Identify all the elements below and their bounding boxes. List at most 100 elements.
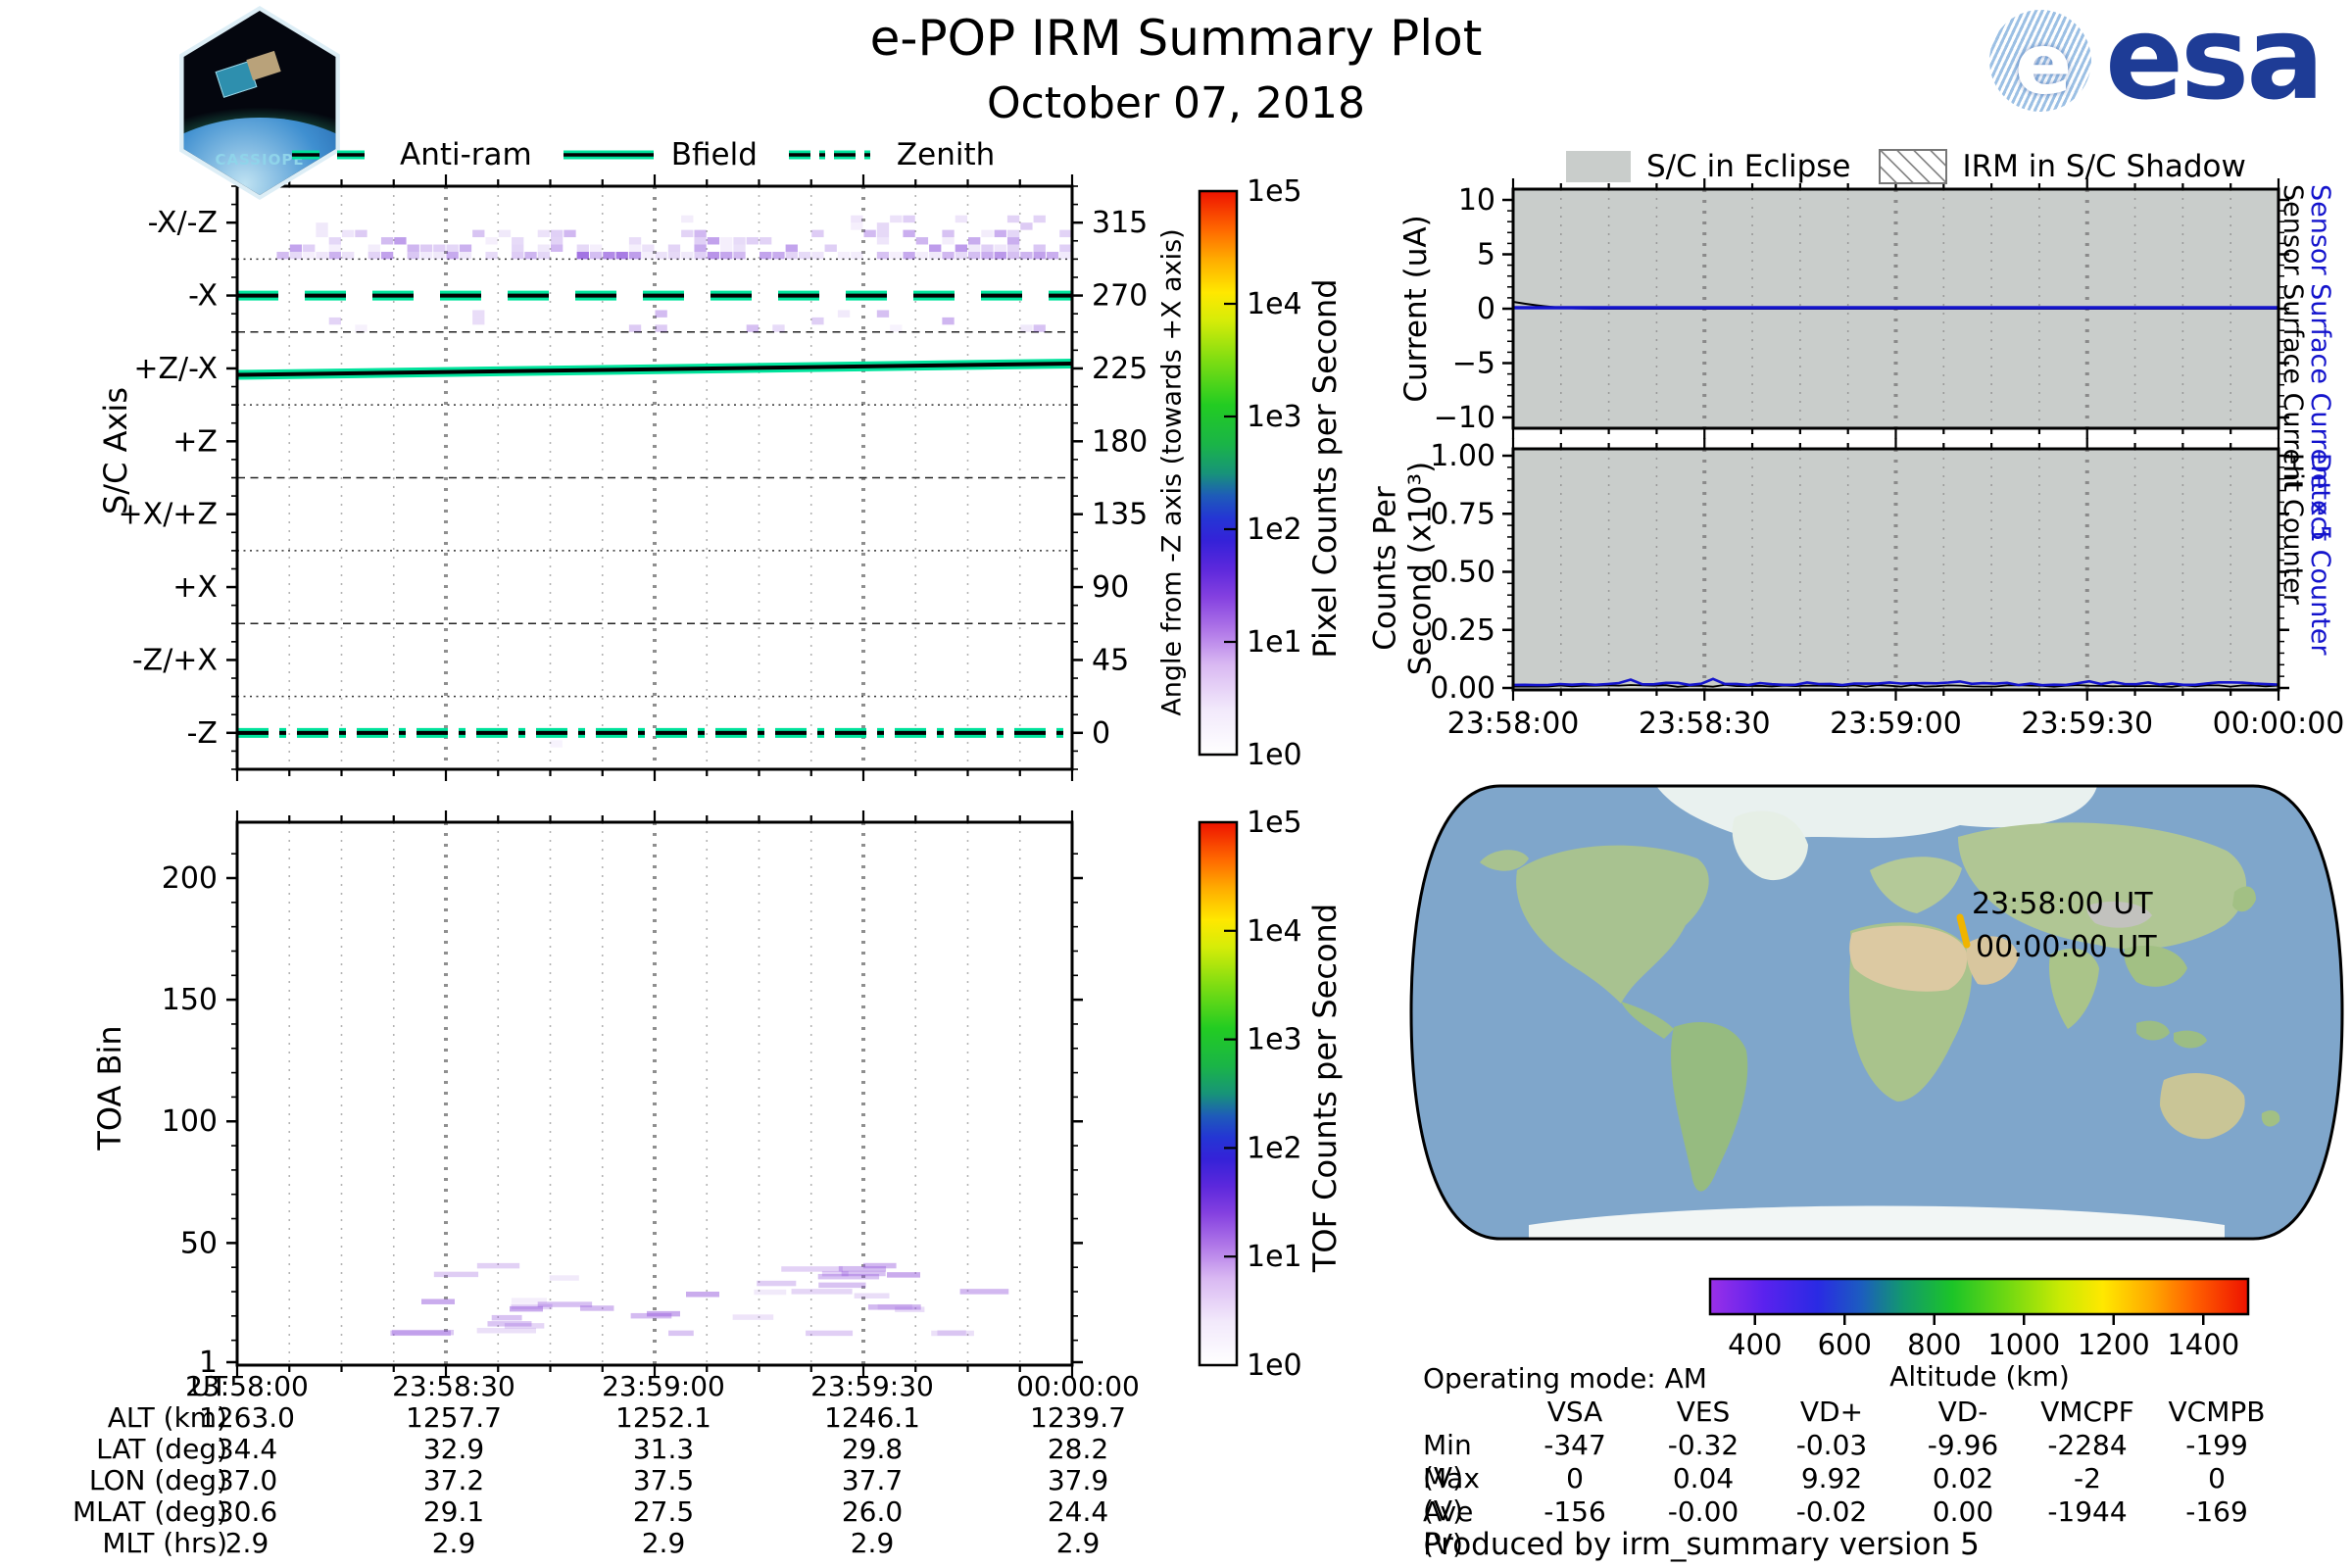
eph-cell: 2.9 [431,1527,476,1559]
heatmap-cell [981,229,994,238]
heatmap-cell [959,1289,1009,1295]
angle-tick: 315 [1092,206,1148,240]
heatmap-cell [694,251,707,260]
heatmap-cell [955,251,967,260]
heatmap-cell [811,317,824,325]
heatmap-cell [994,244,1006,252]
heatmap-cell [551,237,564,245]
heatmap-cell [628,237,642,245]
colorbar-tick: 1e2 [1247,1131,1302,1165]
heatmap-cell [824,244,837,252]
heatmap-cell [876,237,890,245]
sc-axis-tick: -X [188,279,218,314]
heatmap-cell [328,317,341,325]
heatmap-cell [818,1282,866,1289]
heatmap-cell [537,244,550,252]
heatmap-cell [929,244,942,252]
heatmap-cell [498,229,512,238]
volt-cell: -0.32 [1667,1429,1740,1461]
heatmap-cell [564,229,576,238]
heatmap-cell [968,237,981,245]
heatmap-cell [877,1303,912,1310]
sc-axis-ylabel: S/C Axis [97,387,134,514]
eph-cell: 2.9 [850,1527,895,1559]
heatmap-cell [476,1327,537,1334]
eph-cell: 37.7 [841,1464,904,1496]
heatmap-cell [942,237,955,245]
altitude-tick: 800 [1907,1328,1961,1361]
volt-cell: 9.92 [1800,1462,1863,1494]
angle-tick: 270 [1092,279,1148,314]
time-tick: 00:00:00 [2213,707,2345,741]
legend-label: S/C in Eclipse [1646,149,1851,184]
detect-counter-label: Detect Counter [2305,453,2335,656]
heatmap-cell [459,251,472,260]
heatmap-cell [642,244,655,252]
volt-cell: -9.96 [1927,1429,1999,1461]
heatmap-cell [512,244,524,252]
heatmap-cell [328,237,341,245]
heatmap-cell [1059,229,1072,238]
heatmap-cell [524,251,537,260]
time-tick: 23:59:30 [2021,707,2153,741]
eph-cell: 28.2 [1047,1433,1109,1465]
heatmap-cell [628,244,642,252]
toa-panel: 200150100501 [162,810,1083,1380]
volt-cell: -169 [2185,1495,2248,1528]
colorbar-gradient [1708,1277,2250,1316]
heatmap-cell [485,237,498,245]
colorbar-tick: 1e0 [1247,1348,1302,1383]
eph-cell: 1252.1 [615,1401,711,1434]
heatmap-cell [772,324,785,332]
heatmap-cell [760,237,772,245]
colorbar-tick: 1e5 [1247,806,1302,840]
counts-ylabel-line1: Counts Per [1367,486,1403,651]
eph-cell: 31.3 [632,1433,695,1465]
heatmap-cell [746,324,759,332]
eclipse-swatch-icon [1566,151,1631,182]
current-tick: −5 [1452,347,1495,381]
heatmap-cell [1059,244,1072,252]
heatmap-cell [798,251,811,260]
heatmap-cell [394,237,407,245]
heatmap-cell [380,251,394,260]
heatmap-cell [1006,237,1020,245]
toa-ylabel: TOA Bin [91,1025,128,1151]
heatmap-cell [890,215,903,223]
heatmap-cell [342,229,355,238]
volt-row-label: Ave (V) [1423,1495,1474,1560]
counts-tick: 0.75 [1430,497,1495,531]
heatmap-cell [817,1273,880,1280]
counter-panel: 1.00 0.75 0.50 0.25 0.0023:58:00 23:58:30 23:5… [1430,438,2344,741]
heatmap-cell [407,244,419,252]
heatmap-cell [667,244,681,252]
heatmap-cell [589,251,603,260]
page-title: e-POP IRM Summary Plot [869,10,1483,67]
heatmap-cell [472,310,485,318]
counts-ylabel-line2: Second (x10³) [1402,461,1438,676]
heatmap-cell [862,1262,897,1269]
volt-col-header: VSA [1546,1396,1603,1428]
heatmap-cell [1059,251,1072,260]
tof-colorbar: 1e5 1e4 1e3 1e2 1e1 1e0 [1198,806,1302,1383]
summary-plot-page: -X/-Z 315 -X 270 +Z/-X 225 +Z 180 +X/+Z 135 +X 90 -Z… [0,0,2352,1568]
colorbar-tick: 1e3 [1247,1023,1302,1057]
heatmap-cell [694,229,707,238]
dashdot-line-icon [788,150,879,160]
eph-cell: 29.8 [841,1433,904,1465]
legend-label: Zenith [896,137,996,172]
heatmap-cell [707,237,720,245]
eph-cell: 30.6 [216,1495,278,1528]
eph-cell: 2.9 [1055,1527,1101,1559]
angle-tick: 45 [1092,643,1129,677]
heatmap-cell [368,244,380,252]
toa-tick: 50 [180,1226,218,1260]
legend-label: Anti-ram [400,137,532,172]
legend-item-zenith: Zenith [787,137,995,172]
counts-tick: 1.00 [1430,439,1495,473]
heatmap-cell [433,251,446,260]
angle-tick: 135 [1092,498,1148,532]
heatmap-cell [994,251,1006,260]
esa-wordmark: esa [2105,0,2325,125]
angle-tick: 225 [1092,352,1148,386]
